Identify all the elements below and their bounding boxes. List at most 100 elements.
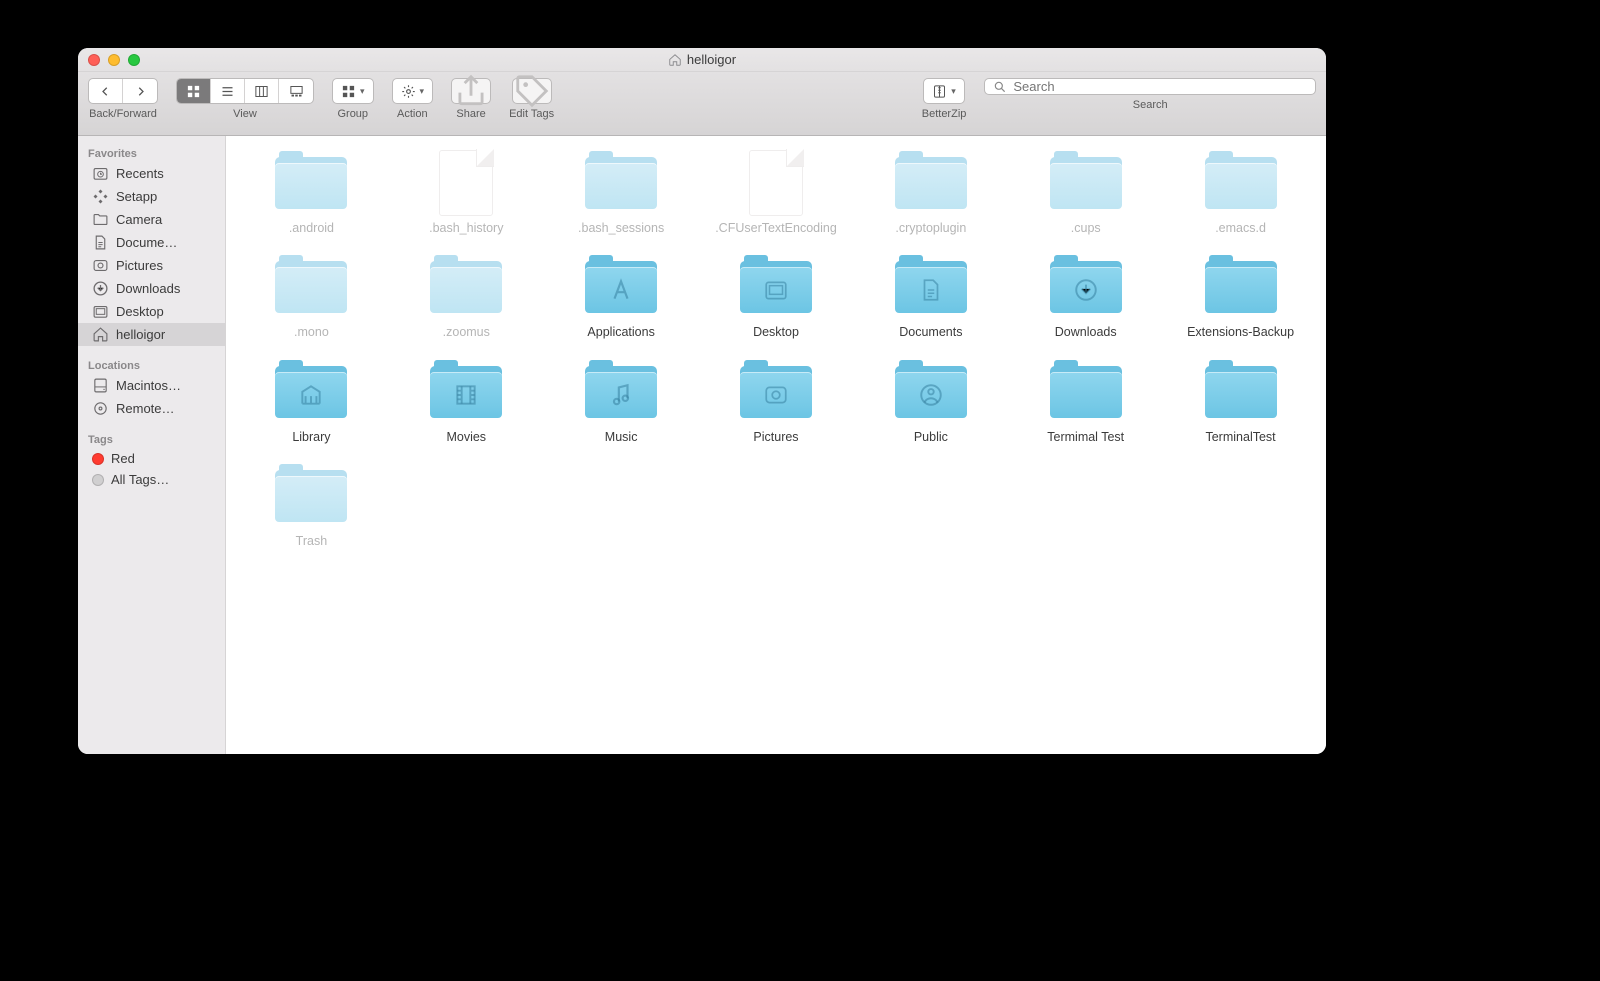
betterzip-button[interactable]: ▾ [924, 79, 964, 103]
file-item[interactable]: Downloads [1010, 256, 1161, 340]
folder-icon [585, 157, 657, 209]
sidebar-favorite-setapp[interactable]: Setapp [78, 185, 225, 208]
file-item[interactable]: TerminalTest [1165, 361, 1316, 445]
chevron-down-icon: ▾ [951, 86, 956, 97]
search-field[interactable] [984, 78, 1316, 95]
edit-tags-button[interactable] [512, 78, 552, 104]
disc-icon [92, 400, 109, 417]
file-item-label: .android [289, 220, 334, 236]
back-button[interactable] [89, 79, 123, 103]
file-item[interactable]: Music [546, 361, 697, 445]
file-item-label: Downloads [1055, 324, 1117, 340]
file-item-label: Documents [899, 324, 962, 340]
view-icons-button[interactable] [177, 79, 211, 103]
file-item[interactable]: .mono [236, 256, 387, 340]
sidebar-tags-title: Tags [78, 430, 225, 448]
file-item-label: .cups [1071, 220, 1101, 236]
setapp-icon [92, 188, 109, 205]
sidebar-location-remote[interactable]: Remote… [78, 397, 225, 420]
view-columns-button[interactable] [245, 79, 279, 103]
grid-icon [341, 84, 356, 99]
file-item-label: Public [914, 429, 948, 445]
sidebar-item-label: Desktop [116, 304, 164, 319]
sidebar: Favorites RecentsSetappCameraDocume…Pict… [78, 136, 226, 754]
file-item[interactable]: .android [236, 152, 387, 236]
file-item[interactable]: Extensions-Backup [1165, 256, 1316, 340]
betterzip-group: ▾ BetterZip [922, 78, 967, 120]
file-item[interactable]: Documents [855, 256, 1006, 340]
back-forward-group: Back/Forward [88, 78, 158, 120]
folder-icon [1050, 261, 1122, 313]
sidebar-item-label: Macintos… [116, 378, 181, 393]
file-item[interactable]: Movies [391, 361, 542, 445]
file-item[interactable]: .zoomus [391, 256, 542, 340]
sidebar-favorite-helloigor[interactable]: helloigor [78, 323, 225, 346]
view-list-button[interactable] [211, 79, 245, 103]
file-item[interactable]: Public [855, 361, 1006, 445]
sidebar-favorite-docume[interactable]: Docume… [78, 231, 225, 254]
file-item[interactable]: Trash [236, 465, 387, 549]
view-gallery-button[interactable] [279, 79, 313, 103]
group-label: Group [337, 108, 368, 120]
icon-grid: .android .bash_history .bash_sessions .CFUs… [226, 136, 1326, 579]
search-label: Search [984, 99, 1316, 111]
sidebar-favorite-recents[interactable]: Recents [78, 162, 225, 185]
sidebar-favorite-pictures[interactable]: Pictures [78, 254, 225, 277]
group-group: ▾ Group [332, 78, 374, 120]
file-item[interactable]: .CFUserTextEncoding [701, 152, 852, 236]
file-icon [439, 150, 493, 216]
file-item-label: Desktop [753, 324, 799, 340]
file-item[interactable]: Pictures [701, 361, 852, 445]
sidebar-favorite-desktop[interactable]: Desktop [78, 300, 225, 323]
search-input[interactable] [1013, 79, 1307, 94]
file-item[interactable]: Applications [546, 256, 697, 340]
sidebar-item-label: Downloads [116, 281, 180, 296]
file-item[interactable]: .emacs.d [1165, 152, 1316, 236]
file-item[interactable]: .bash_sessions [546, 152, 697, 236]
file-item-label: Music [605, 429, 638, 445]
tag-dot-icon [92, 453, 104, 465]
gear-icon [401, 84, 416, 99]
folder-icon [430, 261, 502, 313]
action-button[interactable]: ▾ [393, 79, 433, 103]
tag-dot-icon [92, 474, 104, 486]
folder-icon [740, 261, 812, 313]
file-item[interactable]: .cryptoplugin [855, 152, 1006, 236]
file-item-label: Movies [446, 429, 486, 445]
file-item-label: .bash_sessions [578, 220, 664, 236]
file-item[interactable]: Library [236, 361, 387, 445]
file-item-label: .bash_history [429, 220, 503, 236]
clock-icon [92, 165, 109, 182]
window-title: helloigor [78, 52, 1326, 67]
folder-icon [275, 261, 347, 313]
view-group: View [176, 78, 314, 120]
desktop-icon [92, 303, 109, 320]
sidebar-tag-red[interactable]: Red [78, 448, 225, 469]
finder-window: helloigor Back/Forward View [78, 48, 1326, 754]
sidebar-tag-alltags[interactable]: All Tags… [78, 469, 225, 490]
sidebar-favorite-downloads[interactable]: Downloads [78, 277, 225, 300]
forward-button[interactable] [123, 79, 157, 103]
file-item[interactable]: Termimal Test [1010, 361, 1161, 445]
edit-tags-label: Edit Tags [509, 108, 554, 120]
gallery-icon [289, 84, 304, 99]
back-forward-label: Back/Forward [89, 108, 157, 120]
chevron-down-icon: ▾ [420, 86, 425, 97]
share-button[interactable] [451, 78, 491, 104]
document-icon [92, 234, 109, 251]
file-item[interactable]: Desktop [701, 256, 852, 340]
folder-icon [895, 261, 967, 313]
file-item-label: Termimal Test [1047, 429, 1124, 445]
folder-icon [275, 157, 347, 209]
sidebar-favorites-title: Favorites [78, 144, 225, 162]
sidebar-location-macintos[interactable]: Macintos… [78, 374, 225, 397]
folder-icon [895, 157, 967, 209]
group-button[interactable]: ▾ [333, 79, 373, 103]
action-group: ▾ Action [392, 78, 434, 120]
sidebar-favorite-camera[interactable]: Camera [78, 208, 225, 231]
file-item[interactable]: .bash_history [391, 152, 542, 236]
file-item[interactable]: .cups [1010, 152, 1161, 236]
folder-icon [1205, 157, 1277, 209]
search-group: Search [984, 78, 1316, 111]
content-area[interactable]: .android .bash_history .bash_sessions .CFUs… [226, 136, 1326, 754]
